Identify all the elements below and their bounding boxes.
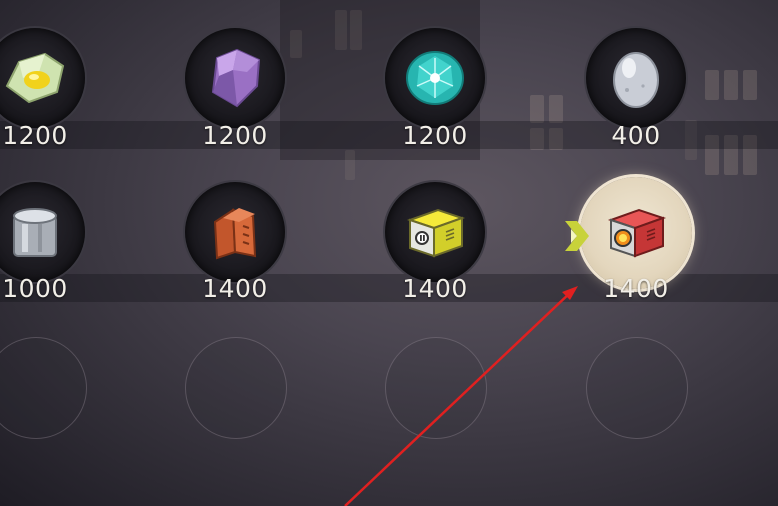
price-silver-egg: 400	[611, 121, 661, 150]
item-slot-red-furnace-box[interactable]	[580, 177, 692, 289]
price-red-furnace-box: 1400	[603, 274, 669, 303]
copper-plates-icon	[213, 208, 257, 260]
item-slot-yellow-crystal-ore[interactable]	[0, 28, 85, 128]
price-purple-crystal: 1200	[202, 121, 268, 150]
teal-gem-icon	[406, 51, 464, 105]
item-slot-copper-plates[interactable]	[185, 182, 285, 282]
yellow-crystal-ore-icon	[5, 52, 65, 104]
price-silver-ingot: 1000	[2, 274, 68, 303]
empty-slot-4[interactable]	[586, 337, 688, 439]
yellow-box-icon	[406, 208, 466, 258]
silver-egg-icon	[613, 52, 659, 108]
price-copper-plates: 1400	[202, 274, 268, 303]
empty-slot-2[interactable]	[185, 337, 287, 439]
price-teal-gem: 1200	[402, 121, 468, 150]
item-slot-yellow-box[interactable]	[385, 182, 485, 282]
selection-chevron-icon	[565, 221, 589, 251]
item-slot-silver-ingot[interactable]	[0, 182, 85, 282]
item-slot-purple-crystal[interactable]	[185, 28, 285, 128]
empty-slot-3[interactable]	[385, 337, 487, 439]
silver-ingot-icon	[13, 208, 57, 257]
item-slot-teal-gem[interactable]	[385, 28, 485, 128]
price-yellow-box: 1400	[402, 274, 468, 303]
price-yellow-crystal-ore: 1200	[2, 121, 68, 150]
purple-crystal-icon	[211, 48, 261, 108]
red-furnace-box-icon	[607, 208, 667, 258]
item-slot-silver-egg[interactable]	[586, 28, 686, 128]
empty-slot-1[interactable]	[0, 337, 87, 439]
